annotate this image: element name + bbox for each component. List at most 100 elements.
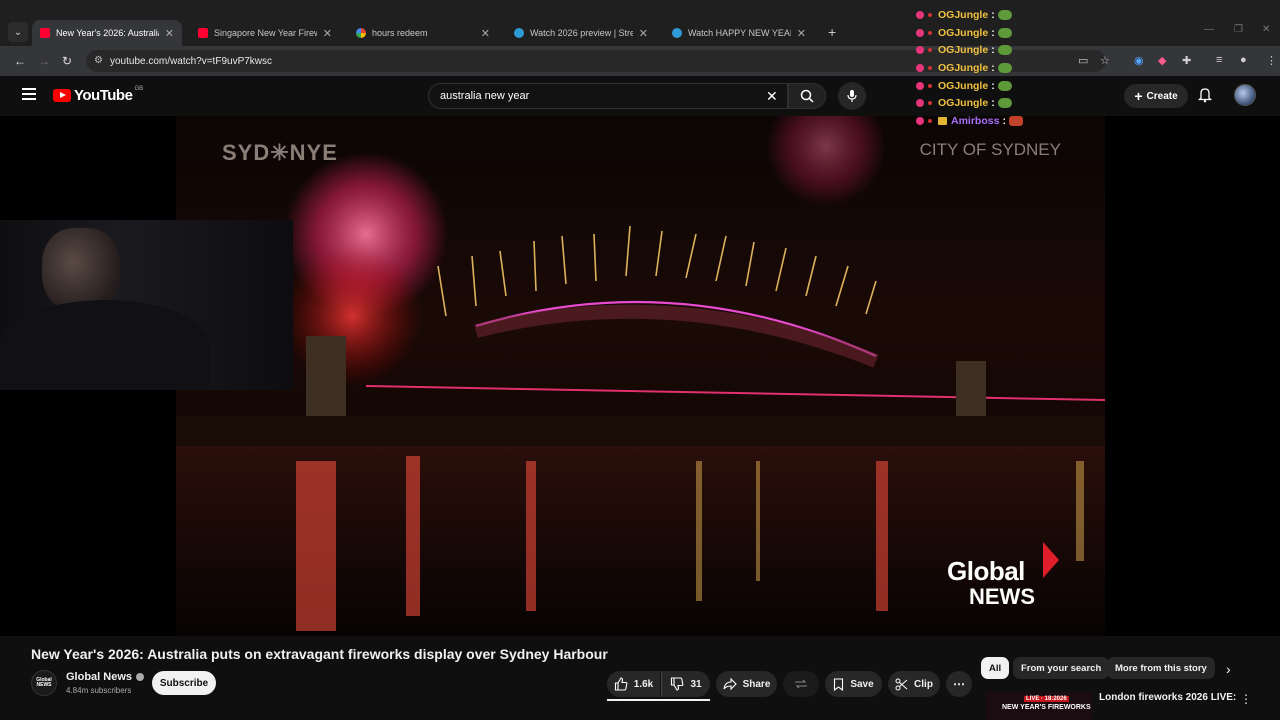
- channel-avatar[interactable]: Global NEWS: [31, 670, 57, 696]
- notifications-button[interactable]: [1197, 87, 1213, 108]
- browser-tab-5[interactable]: Watch HAPPY NEW YEAR | Strea ✕: [664, 22, 814, 44]
- extension-icon[interactable]: ◉: [1134, 54, 1144, 67]
- frog-emote-icon: [997, 98, 1012, 109]
- create-label: Create: [1146, 90, 1178, 102]
- close-tab-icon[interactable]: ✕: [481, 27, 490, 40]
- more-actions-button[interactable]: ⋯: [946, 671, 972, 697]
- create-button[interactable]: + Create: [1124, 84, 1188, 108]
- tab-search-button[interactable]: ⌄: [8, 22, 28, 42]
- recommendation-title[interactable]: London fireworks 2026 LIVE: UK: [1099, 692, 1239, 703]
- chat-separator: :: [1002, 114, 1006, 127]
- menu-icon[interactable]: [22, 88, 36, 100]
- tab-label: New Year's 2026: Australia puts: [56, 28, 159, 38]
- chat-username: OGJungle: [938, 44, 989, 57]
- save-button[interactable]: Save: [825, 671, 882, 697]
- tab-label: Watch 2026 preview | Streamab: [530, 28, 633, 38]
- save-label: Save: [850, 678, 874, 690]
- window-close-icon[interactable]: ✕: [1262, 24, 1270, 35]
- frog-emote-icon: [997, 80, 1012, 91]
- sub-badge-icon: [916, 99, 924, 108]
- frog-emote-icon: [997, 27, 1012, 38]
- reading-list-icon[interactable]: ≡: [1216, 54, 1222, 66]
- devil-emote-icon: [1008, 115, 1023, 126]
- chat-separator: :: [991, 26, 995, 39]
- extension-icon[interactable]: ◆: [1158, 54, 1166, 67]
- share-button[interactable]: Share: [716, 671, 777, 697]
- voice-search-button[interactable]: [838, 82, 866, 110]
- global-news-logo: Global NEWS: [939, 530, 1065, 616]
- video-frame[interactable]: SYD✳NYE CITY OF SYDNEY Global NEWS: [176, 116, 1105, 636]
- subscriber-count: 4.84m subscribers: [66, 686, 132, 695]
- youtube-play-icon: [53, 89, 71, 102]
- search-button[interactable]: [788, 83, 826, 109]
- minimize-icon[interactable]: —: [1204, 24, 1214, 35]
- forward-icon[interactable]: →: [38, 54, 50, 68]
- thumb-caption-text: NEW YEAR'S FIREWORKS: [1002, 704, 1091, 711]
- clip-label: Clip: [914, 678, 933, 690]
- recommendation-menu-icon[interactable]: ⋮: [1240, 692, 1252, 706]
- browser-menu-icon[interactable]: ⋮: [1266, 54, 1277, 67]
- thumbs-up-icon: [614, 677, 628, 691]
- recommendation-thumbnail[interactable]: LIVE · 18:2026 NEW YEAR'S FIREWORKS: [986, 692, 1092, 720]
- chat-message: OGJungle :: [916, 59, 1116, 77]
- close-tab-icon[interactable]: ✕: [323, 27, 332, 40]
- restore-icon[interactable]: ❐: [1234, 24, 1243, 35]
- sub-badge-icon: [916, 63, 924, 72]
- tab-label: Watch HAPPY NEW YEAR | Strea: [688, 28, 791, 38]
- browser-tab-3[interactable]: hours redeem ✕: [348, 22, 498, 44]
- browser-tab-1[interactable]: New Year's 2026: Australia puts ✕: [32, 20, 182, 46]
- clip-button[interactable]: Clip: [888, 671, 940, 697]
- chat-username: OGJungle: [938, 8, 989, 21]
- badge-dot-icon: [928, 118, 932, 123]
- like-button[interactable]: 1.6k: [607, 671, 660, 697]
- browser-tab-2[interactable]: Singapore New Year Fireworks ✕: [190, 22, 340, 44]
- search-icon: [800, 89, 814, 103]
- search-input[interactable]: australia new year: [428, 83, 788, 109]
- remix-icon: [795, 679, 807, 689]
- site-info-icon[interactable]: ⚙: [94, 55, 103, 66]
- remix-button[interactable]: [783, 671, 819, 697]
- extensions-puzzle-icon[interactable]: ✚: [1182, 54, 1191, 67]
- thumbs-down-icon: [671, 677, 684, 691]
- back-icon[interactable]: ←: [14, 54, 26, 68]
- sub-badge-icon: [916, 28, 924, 37]
- city-of-sydney-watermark: CITY OF SYDNEY: [919, 140, 1061, 159]
- dislike-count: 31: [690, 678, 702, 690]
- youtube-favicon-icon: [198, 28, 208, 38]
- webcam-overlay: [0, 220, 293, 390]
- badge-dot-icon: [928, 48, 932, 53]
- close-tab-icon[interactable]: ✕: [797, 27, 806, 40]
- youtube-logo[interactable]: YouTube GB: [53, 85, 144, 104]
- like-ratio-bar: [607, 699, 710, 701]
- search-query: australia new year: [440, 90, 530, 102]
- badge-dot-icon: [928, 65, 932, 70]
- chat-overlay: OGJungle : OGJungle : OGJungle : OGJungl…: [916, 6, 1116, 130]
- video-player[interactable]: SYD✳NYE CITY OF SYDNEY Global NEWS: [0, 116, 1280, 636]
- plus-icon: +: [1134, 88, 1143, 104]
- share-label: Share: [742, 678, 771, 690]
- bell-icon: [1197, 88, 1213, 103]
- channel-name[interactable]: Global News: [66, 671, 145, 683]
- chip-more-from-this-story[interactable]: More from this story: [1107, 657, 1215, 679]
- account-avatar[interactable]: [1234, 84, 1256, 106]
- scissors-icon: [895, 678, 908, 690]
- share-icon: [723, 678, 737, 690]
- dislike-button[interactable]: 31: [661, 671, 710, 697]
- streamable-favicon-icon: [514, 28, 524, 38]
- country-code: GB: [134, 85, 144, 92]
- chat-message: OGJungle :: [916, 41, 1116, 59]
- close-tab-icon[interactable]: ✕: [165, 27, 174, 40]
- clear-search-icon[interactable]: ✕: [766, 88, 778, 105]
- new-tab-button[interactable]: +: [828, 24, 836, 40]
- global-news-arrow-icon: [1043, 542, 1059, 578]
- chip-from-your-search[interactable]: From your search: [1013, 657, 1110, 679]
- close-tab-icon[interactable]: ✕: [639, 27, 648, 40]
- chevron-right-icon[interactable]: ›: [1226, 661, 1231, 677]
- browser-tab-4[interactable]: Watch 2026 preview | Streamab ✕: [506, 22, 656, 44]
- reload-icon[interactable]: ↻: [62, 54, 72, 68]
- syd-nye-watermark: SYD✳NYE: [222, 140, 338, 165]
- profile-icon[interactable]: ●: [1240, 54, 1247, 66]
- chip-all[interactable]: All: [981, 657, 1010, 679]
- subscribe-button[interactable]: Subscribe: [152, 671, 216, 695]
- chat-separator: :: [991, 79, 995, 92]
